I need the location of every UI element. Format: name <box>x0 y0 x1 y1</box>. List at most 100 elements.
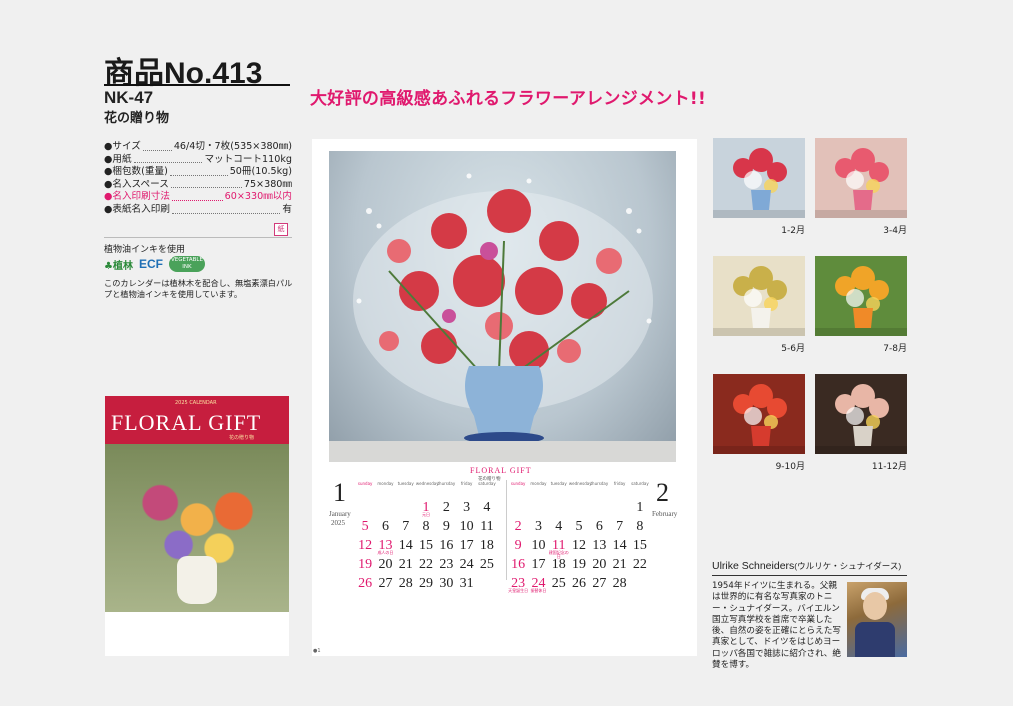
calendar-day: 12 <box>358 538 373 553</box>
holiday-note: 振替休日 <box>530 588 547 593</box>
calendar-day: 5 <box>575 519 583 534</box>
calendar-day: 6 <box>381 519 389 534</box>
vegetable-ink-label: VEGETABLE INK <box>170 257 203 270</box>
page-number: ●1 <box>313 648 321 654</box>
eco-badges: ♣植林 ECF VEGETABLE INK <box>104 256 205 272</box>
forest-badge-icon: ♣植林 <box>104 260 133 272</box>
spec-row: ●名入スペース 75×380㎜ <box>104 179 292 192</box>
spec-leader <box>169 166 228 176</box>
forest-badge-label: 植林 <box>112 260 133 272</box>
product-code: NK-47 <box>104 88 154 107</box>
month-thumbnail <box>713 138 805 218</box>
month-thumbnail <box>713 256 805 336</box>
calendar-day <box>528 499 548 518</box>
photographer-name: Ulrike Schneiders(ウルリケ・シュナイダース) <box>712 560 901 572</box>
calendar-day: 26 <box>358 576 373 591</box>
product-name: 花の贈り物 <box>104 111 170 126</box>
calendar-day: 28 <box>398 576 413 591</box>
calendar-day: 8 <box>422 519 430 534</box>
cover-subtitle: 花の贈り物 <box>229 435 255 441</box>
calendar-day: 22 <box>632 557 647 572</box>
weekday-header: friday <box>460 481 473 486</box>
cover-name-space <box>105 612 289 656</box>
calendar-day: 6 <box>595 519 603 534</box>
photographer-name-latin: Ulrike Schneiders <box>712 560 795 572</box>
calendar-day: 26 <box>572 576 587 591</box>
thumbnail-label: 11-12月 <box>871 462 907 472</box>
spec-label: ●表紙名入印刷 <box>104 203 170 215</box>
calendar-day: 18 <box>479 538 494 553</box>
month-grid-february: sunday monday tuesday wednesday thursday frid… <box>508 480 650 594</box>
cover-topline: 2025 CALENDAR <box>175 400 217 406</box>
calendar-day: 17 <box>531 557 546 572</box>
calendar-day: 10 <box>459 519 474 534</box>
calendar-day: 10 <box>531 538 546 553</box>
calendar-day <box>609 499 629 518</box>
spec-leader <box>170 179 242 189</box>
calendar-day: 4 <box>483 500 491 515</box>
thumbnail-label: 7-8月 <box>883 344 907 354</box>
calendar-day: 3 <box>463 500 471 515</box>
calendar-day: 2 <box>514 519 522 534</box>
ecf-badge-label: ECF <box>138 257 163 271</box>
spec-leader <box>171 191 223 201</box>
month-thumbnail <box>815 138 907 218</box>
weekday-header: tuesday <box>397 481 414 486</box>
weekday-header: monday <box>530 481 547 486</box>
calendar-day: 19 <box>572 557 587 572</box>
month-grid-january: sunday monday tuesday wednesday thursday frid… <box>355 480 497 594</box>
calendar-day: 31 <box>459 576 474 591</box>
weekday-header: monday <box>377 481 394 486</box>
weekday-header: tuesday <box>550 481 567 486</box>
portrait-body <box>855 622 895 657</box>
thumbnail-label: 3-4月 <box>883 226 907 236</box>
holiday-note: 成人の日 <box>377 550 394 555</box>
calendar-day: 13 <box>592 538 607 553</box>
thumbnail-label: 5-6月 <box>781 344 805 354</box>
calendar-day: 16 <box>439 538 454 553</box>
calendar-day: 22 <box>419 557 434 572</box>
month-thumbnail <box>815 374 907 454</box>
spec-row: ●表紙名入印刷 有 <box>104 204 292 217</box>
calendar-day: 16 <box>511 557 526 572</box>
spec-row: ●用紙 マットコート110kg <box>104 154 292 167</box>
calendar-day: 23 天皇誕生日 <box>508 576 529 593</box>
photographer-rule <box>712 575 907 576</box>
spec-leader <box>142 141 172 151</box>
calendar-day: 27 <box>378 576 393 591</box>
month-name: February <box>652 510 678 518</box>
calendar-day: 14 <box>398 538 413 553</box>
photographer-bio: 1954年ドイツに生まれる。父親は世界的に有名な写真家のトニー・シュナイダース。… <box>712 581 841 671</box>
spec-label: ●名入印刷寸法 <box>104 191 170 203</box>
month-thumbnail <box>815 256 907 336</box>
calendar-day: 1 元日 <box>416 499 436 518</box>
calendar-day: 9 <box>514 538 522 553</box>
calendar-day: 24 振替休日 <box>528 575 548 594</box>
calendar-day: 20 <box>592 557 607 572</box>
spec-label: ●用紙 <box>104 153 132 165</box>
calendar-day <box>589 499 609 518</box>
spec-row: ●名入印刷寸法 60×330㎜以内 <box>104 191 292 204</box>
calendar-day: 8 <box>636 519 644 534</box>
spec-value: 50冊(10.5kg) <box>229 166 292 178</box>
calendar-day: 21 <box>398 557 413 572</box>
calendar-day: 29 <box>419 576 434 591</box>
weekday-header: friday <box>613 481 626 486</box>
spec-row: ●梱包数(重量) 50冊(10.5kg) <box>104 166 292 179</box>
holiday-note: 元日 <box>422 512 431 517</box>
spec-value: 60×330㎜以内 <box>224 191 292 203</box>
main-flower-photo <box>329 151 676 462</box>
eco-title: 植物油インキを使用 <box>104 245 186 255</box>
spec-leader <box>133 154 203 164</box>
calendar-day: 21 <box>612 557 627 572</box>
spec-row: ●サイズ 46/4切・7枚(535×380㎜) <box>104 141 292 154</box>
weekday-header: wednesday <box>415 481 439 486</box>
calendar-day: 14 <box>612 538 627 553</box>
vegetable-ink-badge-icon: VEGETABLE INK <box>168 256 205 272</box>
spec-value: 46/4切・7枚(535×380㎜) <box>173 141 292 152</box>
calendar-day: 2 <box>442 500 450 515</box>
calendar-day: 24 <box>459 557 474 572</box>
calendar-day: 27 <box>592 576 607 591</box>
calendar-day: 7 <box>402 519 410 534</box>
weekday-header: sunday <box>357 481 373 486</box>
